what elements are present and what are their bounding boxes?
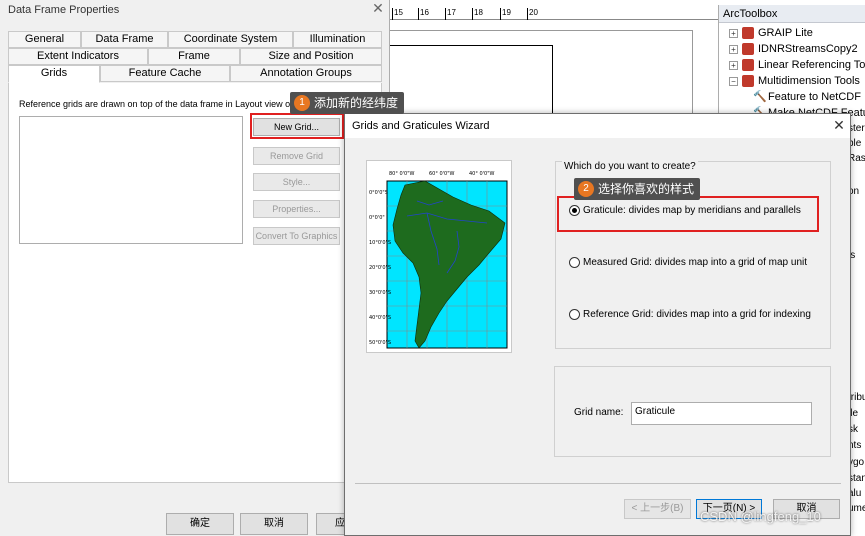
radio-icon[interactable] (569, 257, 580, 268)
ruler-number: 17 (445, 8, 456, 20)
map-left-label: 10°0'0"S (369, 240, 391, 246)
watermark: CSDN @lingfeng_10 (700, 509, 821, 524)
toolbox-label: Multidimension Tools (758, 75, 860, 87)
ruler-number: 19 (500, 8, 511, 20)
map-left-label: 40°0'0"S (369, 315, 391, 321)
new-grid-highlight (250, 113, 344, 139)
horizontal-ruler: 15 16 17 18 19 20 (390, 8, 718, 20)
callout-text: 添加新的经纬度 (314, 96, 399, 110)
map-left-label: 0°0'0"S (369, 190, 388, 196)
cancel-button[interactable]: 取消 (240, 513, 308, 535)
grids-description: Reference grids are drawn on top of the … (19, 99, 304, 109)
wizard-separator (355, 483, 841, 484)
hammer-icon: 🔨 (753, 91, 767, 104)
reference-grid-option-label: Reference Grid: divides map into a grid … (583, 309, 811, 320)
tab-row-3: Grids Feature Cache Annotation Groups (8, 65, 382, 83)
callout-text: 选择你喜欢的样式 (598, 182, 695, 196)
tab-general[interactable]: General (8, 31, 81, 48)
toolbox-item[interactable]: + Linear Referencing Tools (729, 57, 865, 73)
tab-size-and-position[interactable]: Size and Position (240, 48, 382, 65)
convert-to-graphics-button[interactable]: Convert To Graphics (253, 227, 340, 245)
wizard-titlebar: Grids and Graticules Wizard ✕ (345, 114, 850, 138)
ruler-number: 16 (418, 8, 429, 20)
close-icon[interactable]: ✕ (370, 0, 386, 16)
callout-number: 1 (294, 95, 310, 111)
tab-row-2: Extent Indicators Frame Size and Positio… (8, 48, 382, 65)
toolbox-item[interactable]: + IDNRStreamsCopy2 (729, 41, 858, 57)
grids-graticules-wizard: Grids and Graticules Wizard ✕ 80° 0'0"W … (344, 113, 851, 536)
toolbox-icon (742, 75, 754, 88)
toolbox-label: Linear Referencing Tools (758, 59, 865, 71)
tab-illumination[interactable]: Illumination (293, 31, 382, 48)
south-america-map: 80° 0'0"W 60° 0'0"W 40° 0'0"W 0°0'0"S 0°… (367, 161, 511, 352)
ruler-number: 15 (392, 8, 403, 20)
tool-item[interactable]: 🔨Feature to NetCDF (753, 89, 861, 105)
map-left-label: 50°0'0"S (369, 340, 391, 346)
callout-1: 1 添加新的经纬度 (290, 92, 405, 114)
toolbox-icon (742, 59, 754, 72)
grid-name-label: Grid name: (574, 407, 624, 418)
wizard-title: Grids and Graticules Wizard (352, 120, 490, 132)
screen: 15 16 17 18 19 20 Data Frame Properties … (0, 0, 865, 536)
data-frame-properties-dialog: Data Frame Properties ✕ General Data Fra… (0, 0, 390, 536)
dialog-title: Data Frame Properties (8, 4, 120, 16)
tab-extent-indicators[interactable]: Extent Indicators (8, 48, 148, 65)
properties-button[interactable]: Properties... (253, 200, 340, 218)
tab-coordinate-system[interactable]: Coordinate System (168, 31, 293, 48)
measured-grid-option[interactable]: Measured Grid: divides map into a grid o… (569, 257, 807, 268)
tab-row-1: General Data Frame Coordinate System Ill… (8, 31, 382, 48)
arctoolbox-title: ArcToolbox (719, 5, 865, 23)
tab-grids[interactable]: Grids (8, 65, 100, 83)
map-top-label: 60° 0'0"W (429, 171, 454, 177)
map-left-label: 0°0'0" (369, 215, 385, 221)
callout-number: 2 (578, 181, 594, 197)
map-top-label: 40° 0'0"W (469, 171, 494, 177)
grid-list[interactable] (19, 116, 243, 244)
ok-button[interactable]: 确定 (166, 513, 234, 535)
map-left-label: 20°0'0"S (369, 265, 391, 271)
close-icon[interactable]: ✕ (831, 117, 847, 134)
graticule-highlight (557, 196, 819, 232)
tool-label: Feature to NetCDF (768, 91, 861, 103)
ruler-number: 20 (527, 8, 538, 20)
create-question: Which do you want to create? (562, 161, 698, 172)
tab-frame[interactable]: Frame (148, 48, 240, 65)
toolbox-icon (742, 27, 754, 40)
reference-grid-option[interactable]: Reference Grid: divides map into a grid … (569, 309, 811, 320)
callout-2: 2 选择你喜欢的样式 (574, 178, 701, 200)
tab-feature-cache[interactable]: Feature Cache (100, 65, 230, 82)
style-button[interactable]: Style... (253, 173, 340, 191)
toolbox-icon (742, 43, 754, 56)
ruler-number: 18 (472, 8, 483, 20)
toolbox-item[interactable]: + GRAIP Lite (729, 25, 813, 41)
toolbox-item[interactable]: − Multidimension Tools (729, 73, 860, 89)
map-top-label: 80° 0'0"W (389, 171, 414, 177)
radio-icon[interactable] (569, 309, 580, 320)
expand-icon[interactable]: + (729, 44, 738, 54)
remove-grid-button[interactable]: Remove Grid (253, 147, 340, 165)
measured-grid-option-label: Measured Grid: divides map into a grid o… (583, 257, 807, 268)
map-left-label: 30°0'0"S (369, 290, 391, 296)
expand-icon[interactable]: + (729, 60, 738, 70)
tab-annotation-groups[interactable]: Annotation Groups (230, 65, 382, 82)
expand-icon[interactable]: + (729, 28, 738, 38)
tab-data-frame[interactable]: Data Frame (81, 31, 168, 48)
grid-name-input[interactable]: Graticule (631, 402, 812, 425)
toolbox-label: IDNRStreamsCopy2 (758, 43, 858, 55)
collapse-icon[interactable]: − (729, 76, 738, 86)
toolbox-label: GRAIP Lite (758, 27, 813, 39)
graticule-preview: 80° 0'0"W 60° 0'0"W 40° 0'0"W 0°0'0"S 0°… (366, 160, 512, 353)
back-button[interactable]: < 上一步(B) (624, 499, 691, 519)
